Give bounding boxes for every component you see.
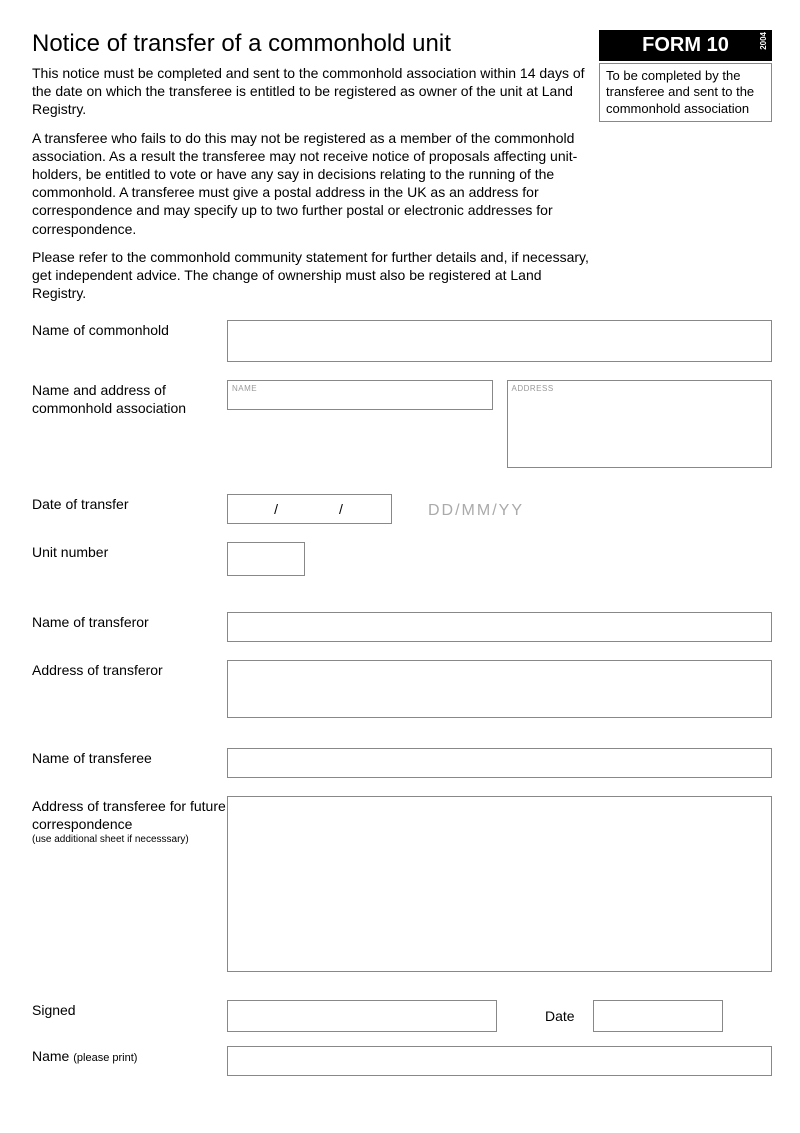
label-addr-transferee-sub: (use additional sheet if necesssary)	[32, 834, 227, 847]
label-name-transferee: Name of transferee	[32, 748, 227, 768]
form-year: 2004	[759, 32, 768, 50]
form-badge: FORM 10 2004	[599, 30, 772, 61]
label-name-print-main: Name	[32, 1048, 69, 1064]
row-assoc: Name and address of commonhold associati…	[32, 380, 772, 468]
input-unit-number[interactable]	[227, 542, 305, 576]
input-name-transferee[interactable]	[227, 748, 772, 778]
row-addr-transferee: Address of transferee for future corresp…	[32, 796, 772, 972]
input-assoc-address[interactable]: ADDRESS	[507, 380, 773, 468]
label-addr-transferee: Address of transferee for future corresp…	[32, 796, 227, 847]
row-signed: Signed Date	[32, 1000, 772, 1032]
label-date: Date	[497, 1008, 593, 1024]
row-addr-transferor: Address of transferor	[32, 660, 772, 718]
input-name-transferor[interactable]	[227, 612, 772, 642]
date-hint: DD/MM/YY	[428, 498, 524, 520]
row-name-transferee: Name of transferee	[32, 748, 772, 778]
label-name-transferor: Name of transferor	[32, 612, 227, 632]
label-assoc: Name and address of commonhold associati…	[32, 380, 227, 417]
inner-label-address: ADDRESS	[508, 381, 772, 396]
intro-p2: A transferee who fails to do this may no…	[32, 129, 592, 238]
row-unit-number: Unit number	[32, 542, 772, 576]
side-note: To be completed by the transferee and se…	[599, 63, 772, 122]
input-addr-transferee[interactable]	[227, 796, 772, 972]
date-separators: / /	[228, 501, 391, 517]
inner-label-name: NAME	[228, 381, 492, 396]
header: Notice of transfer of a commonhold unit …	[32, 30, 772, 58]
input-date[interactable]	[593, 1000, 723, 1032]
input-assoc-name[interactable]: NAME	[227, 380, 493, 410]
label-name-commonhold: Name of commonhold	[32, 320, 227, 340]
input-addr-transferor[interactable]	[227, 660, 772, 718]
input-date-transfer[interactable]: / /	[227, 494, 392, 524]
intro-p1: This notice must be completed and sent t…	[32, 64, 592, 119]
row-date-transfer: Date of transfer / / DD/MM/YY	[32, 494, 772, 524]
row-name-transferor: Name of transferor	[32, 612, 772, 642]
label-addr-transferor: Address of transferor	[32, 660, 227, 680]
intro: This notice must be completed and sent t…	[32, 64, 592, 302]
form-label: FORM 10	[642, 34, 729, 56]
row-name-commonhold: Name of commonhold	[32, 320, 772, 362]
input-name-commonhold[interactable]	[227, 320, 772, 362]
label-addr-transferee-main: Address of transferee for future corresp…	[32, 798, 226, 832]
row-name-print: Name (please print)	[32, 1046, 772, 1076]
label-name-print: Name (please print)	[32, 1046, 227, 1066]
label-unit-number: Unit number	[32, 542, 227, 562]
input-name-print[interactable]	[227, 1046, 772, 1076]
form-badge-wrap: FORM 10 2004 To be completed by the tran…	[599, 30, 772, 122]
label-date-transfer: Date of transfer	[32, 494, 227, 514]
input-signed[interactable]	[227, 1000, 497, 1032]
intro-p3: Please refer to the commonhold community…	[32, 248, 592, 303]
label-name-print-sub: (please print)	[73, 1052, 137, 1064]
label-signed: Signed	[32, 1000, 227, 1020]
